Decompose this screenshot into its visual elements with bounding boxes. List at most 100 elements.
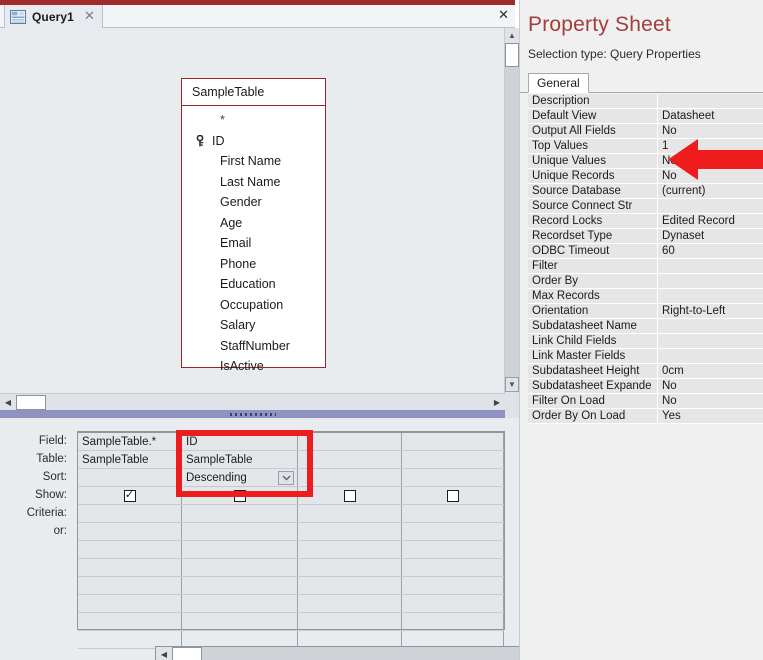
grid-cell-show-4[interactable] — [402, 487, 504, 504]
grid-row-empty[interactable] — [78, 559, 504, 577]
property-value[interactable]: 60 — [658, 244, 763, 258]
show-checkbox-3[interactable] — [343, 489, 356, 502]
scrollbar-thumb[interactable] — [172, 647, 202, 660]
query-design-canvas[interactable]: SampleTable * ID First Name Last Name Ge… — [0, 28, 505, 393]
grid-cell-criteria-2[interactable] — [182, 505, 298, 522]
scrollbar-track[interactable] — [46, 395, 489, 410]
property-row-description[interactable]: Description — [528, 94, 763, 109]
grid-cell-or-3[interactable] — [298, 523, 402, 540]
field-list-item[interactable]: First Name — [182, 151, 325, 172]
grid-cell-empty[interactable] — [402, 541, 504, 558]
property-row-link-master-fields[interactable]: Link Master Fields — [528, 349, 763, 364]
grid-cell-criteria-1[interactable] — [78, 505, 182, 522]
grid-cell-criteria-4[interactable] — [402, 505, 504, 522]
property-value[interactable]: No — [658, 169, 763, 183]
property-row-odbc-timeout[interactable]: ODBC Timeout 60 — [528, 244, 763, 259]
property-row-default-view[interactable]: Default View Datasheet — [528, 109, 763, 124]
grid-cell-empty[interactable] — [78, 541, 182, 558]
grid-cell-show-3[interactable] — [298, 487, 402, 504]
grid-cell-criteria-3[interactable] — [298, 505, 402, 522]
property-value[interactable] — [658, 319, 763, 333]
grid-cell-empty[interactable] — [78, 559, 182, 576]
canvas-horizontal-scrollbar[interactable]: ◀ ▶ — [0, 393, 505, 410]
property-value[interactable]: Edited Record — [658, 214, 763, 228]
property-row-orientation[interactable]: Orientation Right-to-Left — [528, 304, 763, 319]
property-row-unique-values[interactable]: Unique Values No — [528, 154, 763, 169]
property-row-top-values[interactable]: Top Values 1 — [528, 139, 763, 154]
field-list-item[interactable]: Email — [182, 233, 325, 254]
grid-cell-empty[interactable] — [402, 595, 504, 612]
scroll-up-icon[interactable]: ▲ — [505, 28, 519, 43]
grid-cell-or-4[interactable] — [402, 523, 504, 540]
field-list-item[interactable]: ID — [182, 131, 325, 152]
grid-cell-empty[interactable] — [182, 559, 298, 576]
property-value[interactable]: (current) — [658, 184, 763, 198]
grid-cell-empty[interactable] — [182, 613, 298, 630]
property-row-filter-on-load[interactable]: Filter On Load No — [528, 394, 763, 409]
field-list-item[interactable]: * — [182, 110, 325, 131]
property-value[interactable] — [658, 289, 763, 303]
grid-cell-empty[interactable] — [298, 577, 402, 594]
grid-cell-sort-2[interactable]: Descending — [182, 469, 298, 486]
grid-row-empty[interactable] — [78, 577, 504, 595]
scroll-left-icon[interactable]: ◀ — [0, 394, 16, 410]
show-checkbox-4[interactable] — [446, 489, 459, 502]
property-row-source-connect-str[interactable]: Source Connect Str — [528, 199, 763, 214]
property-row-order-by-on-load[interactable]: Order By On Load Yes — [528, 409, 763, 424]
property-row-recordset-type[interactable]: Recordset Type Dynaset — [528, 229, 763, 244]
grid-cell-empty[interactable] — [182, 595, 298, 612]
grid-cell-empty[interactable] — [182, 577, 298, 594]
property-row-record-locks[interactable]: Record Locks Edited Record — [528, 214, 763, 229]
field-list-item[interactable]: IsActive — [182, 356, 325, 377]
chevron-down-icon[interactable] — [278, 471, 294, 485]
scrollbar-thumb[interactable] — [505, 43, 519, 67]
grid-cell-table-4[interactable] — [402, 451, 504, 468]
pane-splitter[interactable] — [0, 410, 505, 418]
property-value[interactable] — [658, 349, 763, 363]
scroll-down-icon[interactable]: ▼ — [505, 377, 519, 392]
field-list-item[interactable]: Salary — [182, 315, 325, 336]
grid-cell-sort-3[interactable] — [298, 469, 402, 486]
grid-cell-empty[interactable] — [402, 559, 504, 576]
property-row-link-child-fields[interactable]: Link Child Fields — [528, 334, 763, 349]
grid-cell-empty[interactable] — [298, 559, 402, 576]
query-design-grid[interactable]: SampleTable.* ID SampleTable SampleTable… — [77, 431, 583, 660]
property-row-subdatasheet-name[interactable]: Subdatasheet Name — [528, 319, 763, 334]
property-row-max-records[interactable]: Max Records — [528, 289, 763, 304]
grid-cell-sort-4[interactable] — [402, 469, 504, 486]
show-checkbox-2[interactable] — [233, 489, 246, 502]
field-list-item[interactable]: Gender — [182, 192, 325, 213]
grid-row-empty[interactable] — [78, 541, 504, 559]
property-value[interactable]: Right-to-Left — [658, 304, 763, 318]
scroll-left-icon[interactable]: ◀ — [156, 647, 172, 660]
grid-cell-empty[interactable] — [402, 613, 504, 630]
grid-row-empty[interactable] — [78, 613, 504, 631]
grid-cell-empty[interactable] — [402, 577, 504, 594]
grid-cell-empty[interactable] — [298, 541, 402, 558]
property-value[interactable]: No — [658, 154, 763, 168]
property-row-unique-records[interactable]: Unique Records No — [528, 169, 763, 184]
grid-cell-field-2[interactable]: ID — [182, 433, 298, 450]
field-list-item[interactable]: Occupation — [182, 295, 325, 316]
grid-cell-field-3[interactable] — [298, 433, 402, 450]
grid-cell-table-3[interactable] — [298, 451, 402, 468]
property-value[interactable]: 1 — [658, 139, 763, 153]
property-value[interactable]: 0cm — [658, 364, 763, 378]
close-icon[interactable]: ✕ — [498, 8, 509, 21]
document-tab-query1[interactable]: Query1 ✕ — [4, 5, 103, 28]
property-row-source-database[interactable]: Source Database (current) — [528, 184, 763, 199]
grid-cell-table-1[interactable]: SampleTable — [78, 451, 182, 468]
grid-cell-show-1[interactable]: ✓ — [78, 487, 182, 504]
grid-cell-or-2[interactable] — [182, 523, 298, 540]
property-value[interactable] — [658, 274, 763, 288]
field-list-item[interactable]: Education — [182, 274, 325, 295]
grid-cell-field-4[interactable] — [402, 433, 504, 450]
grid-cell-empty[interactable] — [182, 541, 298, 558]
scrollbar-thumb[interactable] — [16, 394, 46, 410]
grid-cell-field-1[interactable]: SampleTable.* — [78, 433, 182, 450]
field-list-item[interactable]: StaffNumber — [182, 336, 325, 357]
property-value[interactable] — [658, 259, 763, 273]
field-list-item[interactable]: Age — [182, 213, 325, 234]
property-value[interactable] — [658, 334, 763, 348]
property-value[interactable]: No — [658, 124, 763, 138]
